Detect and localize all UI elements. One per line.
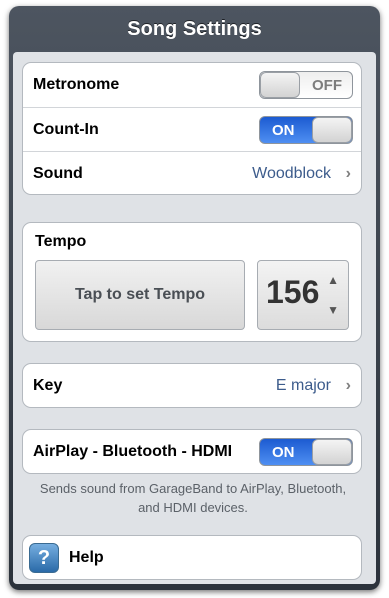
count-in-row: Count-In ON	[23, 107, 361, 151]
airplay-description: Sends sound from GarageBand to AirPlay, …	[39, 481, 347, 515]
key-row[interactable]: Key E major ›	[23, 364, 361, 407]
switch-state: OFF	[312, 77, 342, 94]
airplay-switch[interactable]: ON	[259, 438, 353, 466]
sound-row[interactable]: Sound Woodblock ›	[23, 151, 361, 194]
help-question-icon: ?	[29, 543, 59, 573]
switch-state: ON	[272, 121, 295, 139]
help-label: Help	[69, 549, 104, 566]
switch-knob	[312, 439, 352, 465]
tempo-stepper[interactable]: 156 ▲ ▼	[257, 260, 349, 330]
chevron-right-icon: ›	[345, 164, 351, 182]
sound-label: Sound	[33, 164, 83, 182]
tempo-group: Tempo Tap to set Tempo 156 ▲ ▼	[22, 222, 362, 342]
airplay-row: AirPlay - Bluetooth - HDMI ON	[23, 430, 361, 473]
switch-state: ON	[272, 444, 295, 461]
playback-settings-group: Metronome OFF Count-In ON Sound Woodbloc…	[22, 62, 362, 195]
decrement-arrow-icon[interactable]: ▼	[327, 303, 339, 317]
key-label: Key	[33, 377, 63, 394]
increment-arrow-icon[interactable]: ▲	[327, 273, 339, 287]
song-settings-popover: Song Settings Metronome OFF Count-In ON …	[9, 6, 380, 590]
count-in-label: Count-In	[33, 120, 99, 138]
key-value: E major	[275, 377, 331, 394]
metronome-switch[interactable]: OFF	[259, 71, 353, 99]
tempo-label: Tempo	[35, 233, 87, 250]
metronome-row: Metronome OFF	[23, 63, 361, 107]
key-group: Key E major ›	[22, 363, 362, 408]
metronome-label: Metronome	[33, 76, 120, 93]
count-in-switch[interactable]: ON	[259, 115, 353, 144]
airplay-label: AirPlay - Bluetooth - HDMI	[33, 443, 233, 460]
tempo-value: 156	[266, 274, 320, 310]
sound-value: Woodblock	[252, 164, 331, 182]
popover-title: Song Settings	[127, 17, 262, 40]
switch-knob	[312, 116, 352, 143]
tap-tempo-button[interactable]: Tap to set Tempo	[35, 260, 245, 330]
switch-knob	[260, 72, 300, 98]
help-row[interactable]: ? Help	[23, 536, 361, 579]
settings-content: Metronome OFF Count-In ON Sound Woodbloc…	[13, 52, 376, 584]
help-group: ? Help	[22, 535, 362, 580]
airplay-group: AirPlay - Bluetooth - HDMI ON	[22, 429, 362, 474]
chevron-right-icon: ›	[345, 377, 351, 394]
